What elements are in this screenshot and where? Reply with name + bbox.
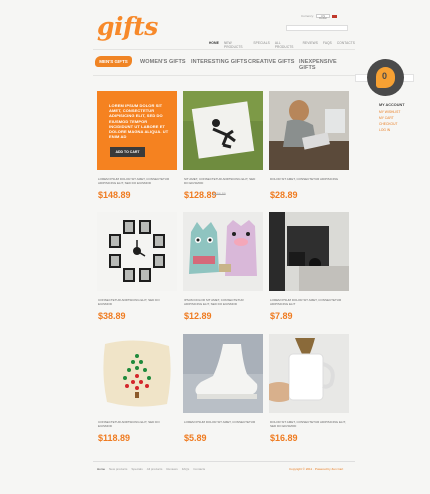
promo-banner[interactable]: LOREM IPSUM DOLOR SIT AMET, CONSECTETUR … xyxy=(97,91,177,170)
footer-all-products[interactable]: All products xyxy=(147,467,163,471)
topnav-faqs[interactable]: FAQS xyxy=(323,41,332,49)
category-creative-gifts[interactable]: CREATIVE GIFTS xyxy=(248,59,295,65)
cart-badge[interactable]: 0 xyxy=(367,59,404,96)
product-price: $16.89 xyxy=(270,433,298,443)
product-image[interactable] xyxy=(183,212,263,291)
category-inexpensive-gifts[interactable]: INEXPENSIVE GIFTS xyxy=(299,59,355,71)
product-description[interactable]: CONSECTETUR ADIPISICING ELIT, SED DO EIU… xyxy=(98,420,174,428)
footer-contacts[interactable]: Contacts xyxy=(193,467,205,471)
footer-reviews[interactable]: Reviews xyxy=(166,467,177,471)
site-logo[interactable]: gifts xyxy=(97,12,158,41)
product-image[interactable] xyxy=(269,91,349,170)
product-image[interactable] xyxy=(183,91,263,170)
product-price: $148.89 xyxy=(98,190,131,200)
product-price: $38.89 xyxy=(98,311,126,321)
product-description[interactable]: SIT AMET, CONSECTETUR ADIPISICING ELIT, … xyxy=(184,177,260,185)
category-mens-gifts[interactable]: MEN'S GIFTS xyxy=(95,56,132,67)
promo-text: LOREM IPSUM DOLOR SIT AMET, CONSECTETUR … xyxy=(109,103,169,140)
topnav-new-products[interactable]: NEW PRODUCTS xyxy=(224,41,248,49)
copyright-text: Copyright © 2011 · Powered by Zen Cart xyxy=(289,467,344,471)
product-price: $128.89 xyxy=(184,190,217,200)
top-nav: HOME NEW PRODUCTS SPECIALS ALL PRODUCTS … xyxy=(209,41,355,49)
product-price: $28.89 xyxy=(270,190,298,200)
product-description[interactable]: LOREM IPSUM DOLOR SIT AMET, CONSECTETUR xyxy=(184,420,260,424)
cart-icon: 0 xyxy=(376,67,395,88)
footer-home[interactable]: Home xyxy=(97,467,105,471)
add-to-cart-button[interactable]: ADD TO CART xyxy=(110,147,145,157)
product-price: $118.89 xyxy=(98,433,131,443)
topnav-contacts[interactable]: CONTACTS xyxy=(337,41,355,49)
footer-specials[interactable]: Specials xyxy=(131,467,142,471)
product-description[interactable]: LOREM IPSUM DOLOR SIT AMET, CONSECTETUR … xyxy=(270,298,346,306)
currency-select[interactable]: US Dollar xyxy=(316,14,331,20)
product-image[interactable] xyxy=(269,334,349,413)
product-old-price: $156.89 xyxy=(213,192,226,196)
cart-count: 0 xyxy=(382,71,388,81)
footer-nav: Home New products Specials All products … xyxy=(97,467,205,471)
product-description[interactable]: CONSECTETUR ADIPISICING ELIT, SED DO EIU… xyxy=(98,298,174,306)
footer-new-products[interactable]: New products xyxy=(109,467,127,471)
link-log-in[interactable]: LOG IN xyxy=(379,127,409,133)
product-description[interactable]: LOREM IPSUM DOLOR SIT AMET, CONSECTETUR … xyxy=(98,177,174,185)
product-price: $7.89 xyxy=(270,311,293,321)
topnav-specials[interactable]: SPECIALS xyxy=(253,41,269,49)
category-interesting-gifts[interactable]: INTERESTING GIFTS xyxy=(191,59,247,65)
divider xyxy=(93,49,355,50)
topnav-reviews[interactable]: REVIEWS xyxy=(303,41,318,49)
product-description[interactable]: DOLOR SIT AMET, CONSECTETUR ADIPISICING … xyxy=(270,420,346,428)
divider xyxy=(93,75,355,76)
product-price: $12.89 xyxy=(184,311,212,321)
product-image[interactable] xyxy=(97,334,177,413)
account-menu: MY ACCOUNT MY WISHLIST MY CART CHECKOUT … xyxy=(379,103,409,133)
currency-label: Currency: xyxy=(301,14,315,18)
divider xyxy=(93,461,355,462)
topnav-home[interactable]: HOME xyxy=(209,41,219,49)
currency-selector[interactable]: Currency: US Dollar xyxy=(301,14,338,20)
product-image[interactable] xyxy=(269,212,349,291)
category-menu: MEN'S GIFTS WOMEN'S GIFTS INTERESTING GI… xyxy=(93,55,355,71)
category-womens-gifts[interactable]: WOMEN'S GIFTS xyxy=(140,59,186,65)
account-title: MY ACCOUNT xyxy=(379,103,405,107)
product-description[interactable]: IPSUM DOLOR SIT AMET, CONSECTETUR ADIPIS… xyxy=(184,298,260,306)
product-description[interactable]: DOLOR SIT AMET, CONSECTETUR ADIPISICING xyxy=(270,177,346,181)
product-image[interactable] xyxy=(183,334,263,413)
footer-faqs[interactable]: FAQs xyxy=(182,467,190,471)
topnav-all-products[interactable]: ALL PRODUCTS xyxy=(275,41,298,49)
page: gifts Currency: US Dollar HOME NEW PRODU… xyxy=(93,0,355,494)
language-flag-icon[interactable] xyxy=(332,14,338,18)
product-image[interactable] xyxy=(97,212,177,291)
search-input[interactable] xyxy=(286,25,348,31)
product-price: $5.89 xyxy=(184,433,207,443)
